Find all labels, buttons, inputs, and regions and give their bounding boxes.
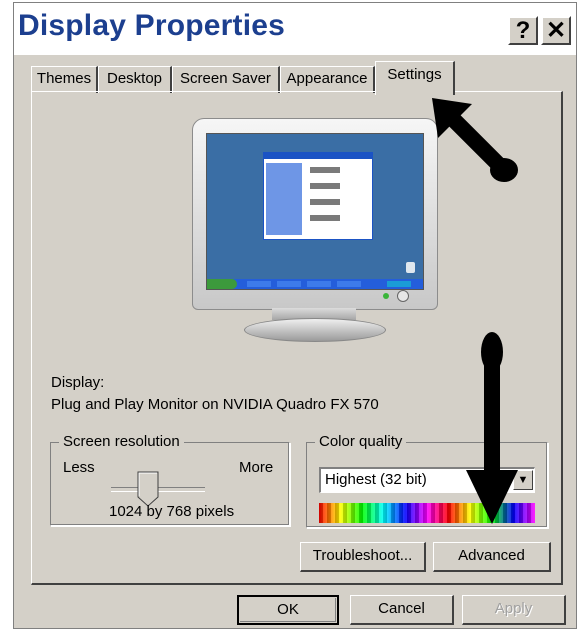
color-quality-group: Color quality Highest (32 bit) ▼ [306,433,548,528]
screen-resolution-legend: Screen resolution [59,433,184,450]
preview-window [263,152,373,240]
tab-desktop[interactable]: Desktop [98,66,172,93]
settings-panel: Display: Plug and Play Monitor on NVIDIA… [31,91,563,585]
question-mark-icon: ? [515,17,531,44]
power-button-icon [397,290,409,302]
tab-appearance[interactable]: Appearance [280,66,375,93]
ok-button[interactable]: OK [237,595,339,625]
recycle-bin-icon [406,262,415,273]
color-quality-select[interactable]: Highest (32 bit) ▼ [319,467,535,493]
help-button[interactable]: ? [508,16,538,45]
display-device: Plug and Play Monitor on NVIDIA Quadro F… [51,396,379,413]
resolution-more-label: More [239,459,274,476]
close-button[interactable]: ✕ [541,16,571,45]
chevron-down-icon[interactable]: ▼ [513,470,533,490]
color-quality-value: Highest (32 bit) [325,471,427,488]
preview-taskbar [207,279,423,289]
color-spectrum-bar [319,503,535,523]
start-button-icon [207,279,237,289]
tab-settings[interactable]: Settings [375,61,455,95]
window-title: Display Properties [18,9,286,42]
color-quality-legend: Color quality [315,433,407,450]
apply-button[interactable]: Apply [462,595,566,625]
tab-themes[interactable]: Themes [31,66,98,93]
close-icon: ✕ [545,17,567,44]
title-bar[interactable]: Display Properties ? ✕ [14,3,576,55]
resolution-less-label: Less [63,459,95,476]
display-label: Display: [51,374,105,391]
troubleshoot-button[interactable]: Troubleshoot... [300,542,426,572]
screen-resolution-group: Screen resolution Less More 1024 by 768 … [50,433,290,526]
advanced-button[interactable]: Advanced [433,542,551,572]
resolution-slider-thumb[interactable] [137,471,159,507]
power-led-icon [383,293,389,299]
monitor-stand [244,318,386,342]
resolution-value: 1024 by 768 pixels [109,503,235,520]
cancel-button[interactable]: Cancel [350,595,454,625]
display-properties-dialog: Display Properties ? ✕ Themes Desktop Sc… [13,2,577,629]
monitor-screen [206,133,424,290]
monitor-preview [192,118,438,310]
tab-screen-saver[interactable]: Screen Saver [172,66,280,93]
